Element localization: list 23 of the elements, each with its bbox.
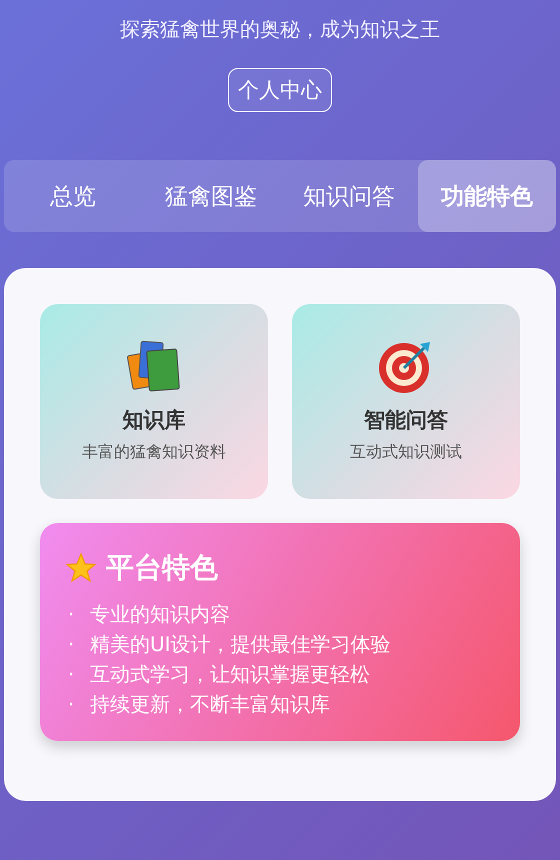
bullet: · <box>66 691 76 718</box>
feature-card[interactable]: 知识库 丰富的猛禽知识资料 <box>40 304 268 499</box>
bullet: · <box>66 631 76 658</box>
highlight-text: 专业的知识内容 <box>90 601 230 628</box>
feature-title: 智能问答 <box>364 407 448 434</box>
feature-title: 知识库 <box>122 407 186 434</box>
tab[interactable]: 知识问答 <box>280 160 418 232</box>
tab[interactable]: 猛禽图鉴 <box>142 160 280 232</box>
books-icon <box>126 338 182 394</box>
star-icon <box>64 551 98 585</box>
highlights-title: 平台特色 <box>106 550 218 586</box>
feature-description: 丰富的猛禽知识资料 <box>82 442 226 463</box>
bullet: · <box>66 601 76 628</box>
tab[interactable]: 功能特色 <box>418 160 556 232</box>
profile-button[interactable]: 个人中心 <box>228 68 332 112</box>
feature-description: 互动式知识测试 <box>350 442 462 463</box>
tab[interactable]: 总览 <box>4 160 142 232</box>
highlight-text: 持续更新，不断丰富知识库 <box>90 691 330 718</box>
subtitle: 探索猛禽世界的奥秘，成为知识之王 <box>120 16 440 43</box>
highlight-text: 精美的UI设计，提供最佳学习体验 <box>90 631 391 658</box>
highlight-text: 互动式学习，让知识掌握更轻松 <box>90 661 370 688</box>
bullet: · <box>66 661 76 688</box>
feature-card[interactable]: 智能问答 互动式知识测试 <box>292 304 520 499</box>
